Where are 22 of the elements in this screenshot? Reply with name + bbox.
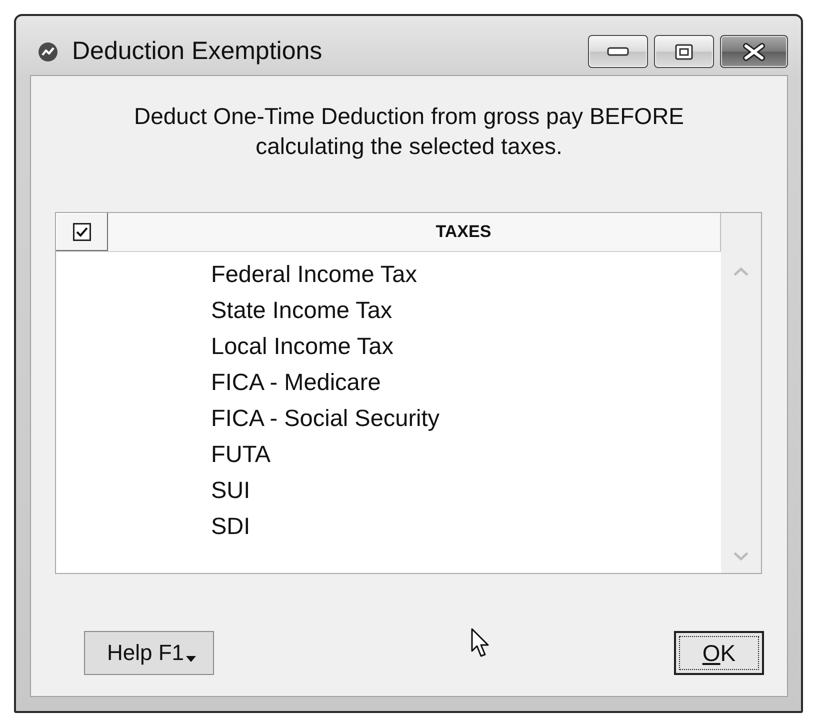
tax-item[interactable]: SUI <box>56 472 721 508</box>
window-title: Deduction Exemptions <box>72 37 322 66</box>
app-logo-icon <box>38 42 58 62</box>
tax-item[interactable]: Federal Income Tax <box>56 256 721 292</box>
ok-button[interactable]: OK <box>674 631 764 675</box>
maximize-icon <box>675 44 693 60</box>
tax-item[interactable]: Local Income Tax <box>56 328 721 364</box>
tax-item[interactable]: State Income Tax <box>56 292 721 328</box>
close-icon <box>742 42 766 60</box>
select-all-checkbox[interactable] <box>72 222 90 240</box>
tax-item[interactable]: FICA - Medicare <box>56 364 721 400</box>
close-button[interactable] <box>720 35 788 68</box>
minimize-icon <box>607 47 629 56</box>
tax-item[interactable]: SDI <box>56 508 721 544</box>
help-dropdown-button[interactable]: Help F1 <box>84 631 214 675</box>
tax-item[interactable]: FUTA <box>56 436 721 472</box>
maximize-button[interactable] <box>654 35 714 68</box>
tax-item[interactable]: FICA - Social Security <box>56 400 721 436</box>
caret-icon <box>186 656 196 662</box>
minimize-button[interactable] <box>588 35 648 68</box>
mouse-pointer-icon <box>471 628 491 659</box>
instruction-text: Deduct One-Time Deduction from gross pay BEFORE calculating the selected taxes. <box>132 102 686 161</box>
